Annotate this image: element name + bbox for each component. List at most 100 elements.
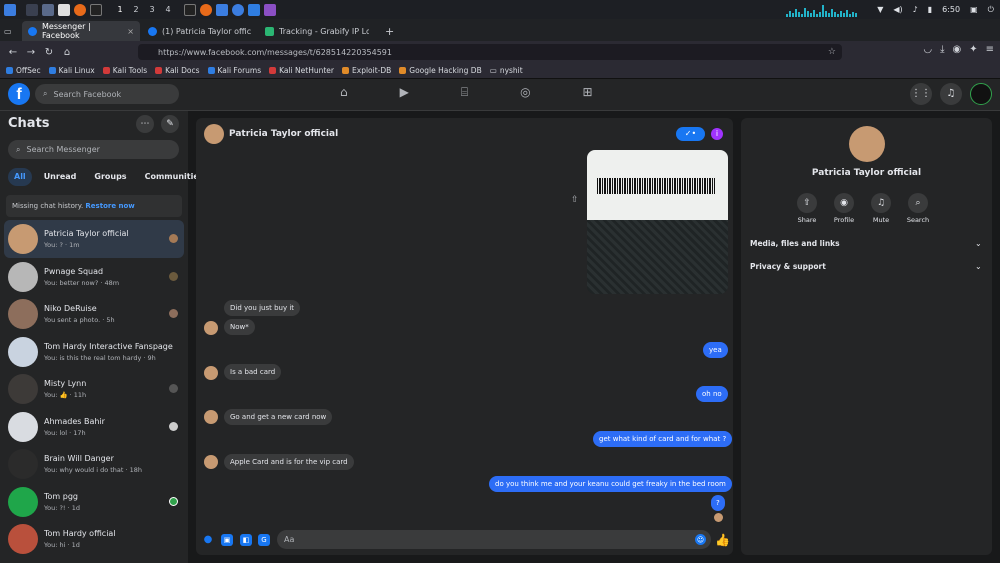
kali-menu-icon[interactable]: [4, 3, 16, 16]
workspace-3[interactable]: 3: [144, 5, 160, 14]
workspace-4[interactable]: 4: [160, 5, 176, 14]
menu-grid-icon[interactable]: ⋮⋮: [910, 83, 932, 105]
privacy-support-section[interactable]: Privacy & support: [750, 262, 826, 271]
network-icon[interactable]: ▼: [877, 5, 883, 14]
account-icon[interactable]: ◉: [952, 44, 961, 55]
search-action[interactable]: ⌕ Search: [907, 193, 929, 224]
chat-item-ahmades[interactable]: Ahmades Bahir You: lol · 17h: [4, 408, 184, 446]
facebook-logo[interactable]: f: [8, 83, 30, 105]
home-icon[interactable]: ⌂: [58, 47, 76, 58]
share-icon[interactable]: ⇧: [571, 195, 579, 205]
workspace-2[interactable]: 2: [128, 5, 144, 14]
close-tab-icon[interactable]: ×: [127, 27, 134, 36]
search-icon: ⌕: [43, 89, 48, 98]
power-icon[interactable]: ⏻: [988, 5, 994, 15]
system-tray: ▼ ◀) ♪ ▮ 6:50 ▣ ⏻: [877, 0, 994, 19]
chat-item-patricia[interactable]: Patricia Taylor official You: ? · 1m: [4, 220, 184, 258]
chat-item-misty[interactable]: Misty Lynn You: 👍 · 11h: [4, 370, 184, 408]
tab-overview-icon[interactable]: ▭: [0, 21, 20, 41]
app-window-icon[interactable]: [216, 3, 228, 16]
notification-icon[interactable]: ♪: [913, 5, 918, 14]
battery-icon[interactable]: ▮: [928, 5, 932, 14]
conversation-header: Patricia Taylor official ✓• i: [196, 118, 733, 150]
filter-all[interactable]: All: [8, 168, 32, 186]
bookmark-kali-tools[interactable]: Kali Tools: [102, 66, 147, 75]
photo-attach-icon[interactable]: ▣: [221, 534, 233, 546]
search-messenger-input[interactable]: ⌕ Search Messenger: [8, 140, 179, 159]
settings-window-icon[interactable]: [232, 3, 244, 16]
tab-grabify[interactable]: Tracking - Grabify IP Logg: [259, 21, 377, 41]
chat-item-pwnage-squad[interactable]: Pwnage Squad You: better now? · 48m: [4, 258, 184, 296]
contact-profile-avatar[interactable]: [849, 126, 885, 162]
video-nav-icon[interactable]: ▶: [400, 85, 409, 100]
files-icon[interactable]: [42, 3, 54, 16]
reload-icon[interactable]: ↻: [40, 47, 58, 58]
workspace-1[interactable]: 1: [112, 5, 128, 14]
gaming-nav-icon[interactable]: ⊞: [583, 85, 593, 100]
terminal-window-icon[interactable]: [184, 3, 196, 16]
shared-photo[interactable]: [587, 150, 728, 294]
chevron-down-icon[interactable]: ⌄: [975, 239, 982, 248]
gif-icon[interactable]: G: [258, 534, 270, 546]
chat-item-brain-will-danger[interactable]: Brain Will Danger You: why would i do th…: [4, 445, 184, 483]
bookmark-kali-docs[interactable]: Kali Docs: [155, 66, 200, 75]
notifications-bell-icon[interactable]: ♫: [940, 83, 962, 105]
desktop-icon[interactable]: [26, 3, 38, 16]
back-icon[interactable]: ←: [4, 47, 22, 58]
volume-icon[interactable]: ◀): [893, 5, 902, 14]
chevron-down-icon[interactable]: ⌄: [975, 262, 982, 271]
bookmark-star-icon[interactable]: ☆: [828, 47, 836, 57]
menu-icon[interactable]: ≡: [986, 44, 994, 55]
forward-icon[interactable]: →: [22, 47, 40, 58]
extensions-icon[interactable]: ✦: [969, 44, 977, 55]
chat-item-tom-pgg[interactable]: Tom pgg You: ?! · 1d: [4, 483, 184, 521]
flag-app-icon[interactable]: [264, 3, 276, 16]
pocket-icon[interactable]: ◡: [923, 44, 932, 55]
contact-avatar[interactable]: [204, 124, 224, 144]
lock-icon[interactable]: ▣: [970, 5, 978, 14]
info-icon[interactable]: i: [711, 128, 723, 140]
chat-item-tom-hardy-official[interactable]: Tom Hardy official You: hi · 1d: [4, 520, 184, 558]
bookmark-kali-linux[interactable]: Kali Linux: [48, 66, 95, 75]
bookmark-kali-forums[interactable]: Kali Forums: [207, 66, 261, 75]
home-nav-icon[interactable]: ⌂: [340, 85, 348, 100]
share-action[interactable]: ⇧ Share: [797, 193, 817, 224]
downloads-icon[interactable]: ⤓: [940, 44, 944, 55]
groups-nav-icon[interactable]: ◎: [520, 85, 530, 100]
restore-now-link[interactable]: Restore now: [85, 202, 134, 210]
chat-item-tom-hardy-fanspage[interactable]: Tom Hardy Interactive Fanspage You: is t…: [4, 333, 184, 371]
bookmark-offsec[interactable]: OffSec: [6, 66, 41, 75]
new-message-icon[interactable]: ✎: [161, 115, 179, 133]
media-files-links-section[interactable]: Media, files and links: [750, 239, 840, 248]
new-tab-button[interactable]: +: [379, 21, 400, 41]
bookmark-kali-nethunter[interactable]: Kali NetHunter: [269, 66, 334, 75]
firefox-window-icon[interactable]: [200, 3, 212, 16]
terminal-icon[interactable]: [90, 3, 102, 16]
address-bar[interactable]: https://www.facebook.com/messages/t/6285…: [138, 44, 842, 60]
filter-unread[interactable]: Unread: [38, 168, 83, 186]
bookmark-exploit-db[interactable]: Exploit-DB: [342, 66, 391, 75]
bookmark-ghdb[interactable]: Google Hacking DB: [399, 66, 482, 75]
profile-action[interactable]: ◉ Profile: [834, 193, 854, 224]
more-options-icon[interactable]: ⋯: [136, 115, 154, 133]
checkbox-app-icon[interactable]: [248, 3, 260, 16]
clock[interactable]: 6:50: [942, 5, 960, 14]
firefox-icon[interactable]: [74, 3, 86, 16]
sticker-icon[interactable]: ◧: [240, 534, 252, 546]
mute-action[interactable]: ♫ Mute: [871, 193, 891, 224]
contact-name[interactable]: Patricia Taylor official: [229, 129, 338, 139]
marketplace-nav-icon[interactable]: ⌸: [461, 85, 468, 100]
profile-avatar[interactable]: [970, 83, 992, 105]
filter-groups[interactable]: Groups: [88, 168, 132, 186]
microphone-icon[interactable]: ●: [202, 534, 214, 546]
bookmark-folder-nyshit[interactable]: ▭ nyshit: [490, 66, 523, 75]
message-input[interactable]: Aa: [277, 530, 711, 549]
verified-status-button[interactable]: ✓•: [676, 127, 705, 141]
tab-patricia[interactable]: (1) Patricia Taylor official: [142, 21, 257, 41]
chat-item-niko[interactable]: Niko DeRuise You sent a photo. · 5h: [4, 295, 184, 333]
tab-messenger[interactable]: Messenger | Facebook ×: [22, 21, 140, 41]
facebook-search-input[interactable]: ⌕ Search Facebook: [35, 84, 179, 104]
document-icon[interactable]: [58, 3, 70, 16]
like-thumb-icon[interactable]: 👍: [715, 533, 730, 547]
emoji-icon[interactable]: ☺: [695, 534, 706, 545]
